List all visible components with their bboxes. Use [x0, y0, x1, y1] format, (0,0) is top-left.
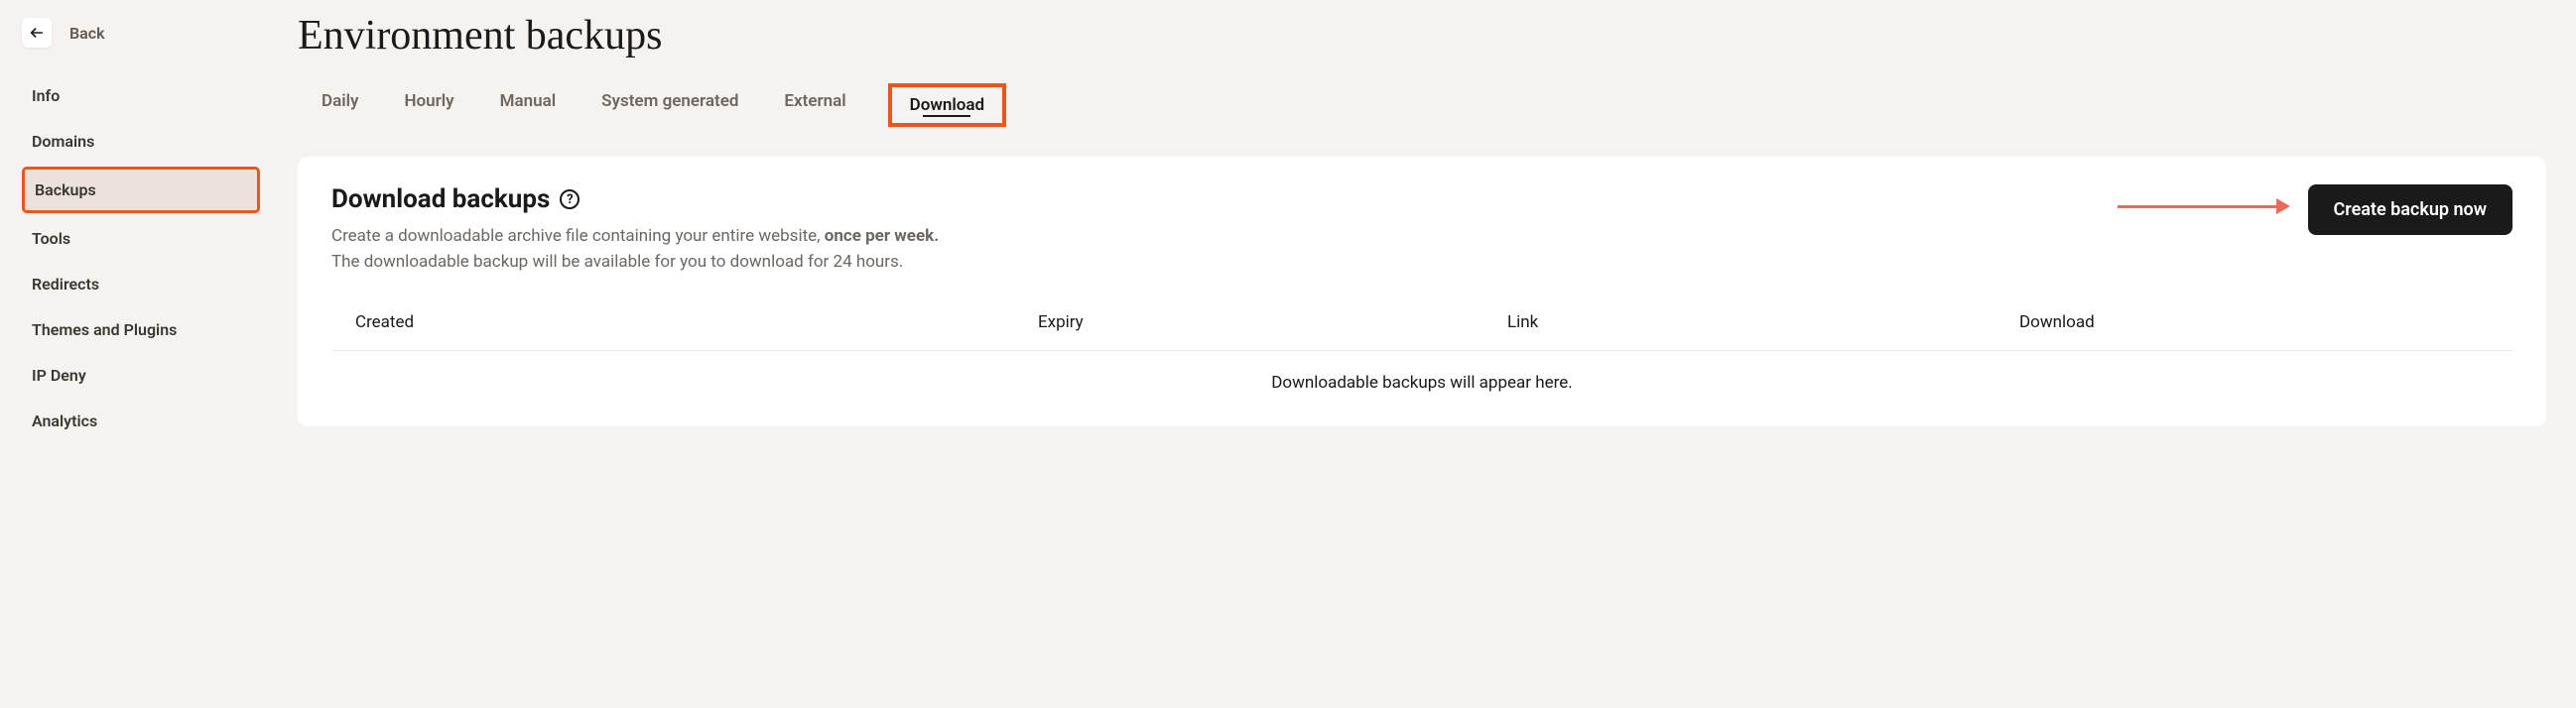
card-title-row: Download backups ?: [331, 184, 939, 214]
table-header-link: Link: [1507, 312, 2019, 332]
arrow-left-icon: [29, 25, 45, 41]
sidebar-item-backups[interactable]: Backups: [22, 167, 260, 213]
back-row: Back: [22, 18, 278, 48]
tabs: Daily Hourly Manual System generated Ext…: [298, 83, 2546, 127]
sidebar-item-redirects[interactable]: Redirects: [22, 264, 260, 304]
card-description: Create a downloadable archive file conta…: [331, 224, 939, 275]
card-desc-line2: The downloadable backup will be availabl…: [331, 252, 903, 272]
tab-hourly[interactable]: Hourly: [400, 83, 457, 127]
help-icon[interactable]: ?: [560, 189, 580, 209]
main-content: Environment backups Daily Hourly Manual …: [278, 0, 2576, 708]
tab-download-label: Download: [910, 95, 984, 115]
create-backup-now-button[interactable]: Create backup now: [2308, 184, 2513, 235]
card-header-right: Create backup now: [2118, 184, 2513, 235]
sidebar-nav: Info Domains Backups Tools Redirects The…: [22, 75, 278, 441]
card-header-left: Download backups ? Create a downloadable…: [331, 184, 939, 275]
table-header-expiry: Expiry: [1038, 312, 1507, 332]
sidebar: Back Info Domains Backups Tools Redirect…: [0, 0, 278, 708]
tab-external[interactable]: External: [780, 83, 849, 127]
tab-underline: [923, 115, 970, 117]
back-label: Back: [69, 24, 105, 43]
tab-manual[interactable]: Manual: [496, 83, 561, 127]
sidebar-item-analytics[interactable]: Analytics: [22, 401, 260, 441]
table-header-created: Created: [355, 312, 1038, 332]
card-header: Download backups ? Create a downloadable…: [331, 184, 2512, 275]
card-desc-pre: Create a downloadable archive file conta…: [331, 226, 825, 246]
sidebar-item-domains[interactable]: Domains: [22, 121, 260, 162]
table-header-row: Created Expiry Link Download: [331, 295, 2512, 351]
arrow-line: [2118, 205, 2276, 208]
table-empty-state: Downloadable backups will appear here.: [331, 351, 2512, 399]
page-title: Environment backups: [298, 12, 2546, 59]
arrow-head-icon: [2276, 198, 2290, 214]
sidebar-item-tools[interactable]: Tools: [22, 218, 260, 259]
sidebar-item-themes-plugins[interactable]: Themes and Plugins: [22, 309, 260, 350]
backups-table: Created Expiry Link Download Downloadabl…: [331, 295, 2512, 399]
download-backups-card: Download backups ? Create a downloadable…: [298, 157, 2546, 426]
tab-system-generated[interactable]: System generated: [597, 83, 742, 127]
sidebar-item-info[interactable]: Info: [22, 75, 260, 116]
sidebar-item-ip-deny[interactable]: IP Deny: [22, 355, 260, 396]
annotation-arrow: [2118, 198, 2290, 214]
tab-daily[interactable]: Daily: [318, 83, 362, 127]
tab-download[interactable]: Download: [888, 83, 1006, 127]
back-button[interactable]: [22, 18, 52, 48]
card-desc-strong: once per week.: [825, 226, 939, 246]
card-title: Download backups: [331, 184, 550, 214]
table-header-download: Download: [2019, 312, 2489, 332]
